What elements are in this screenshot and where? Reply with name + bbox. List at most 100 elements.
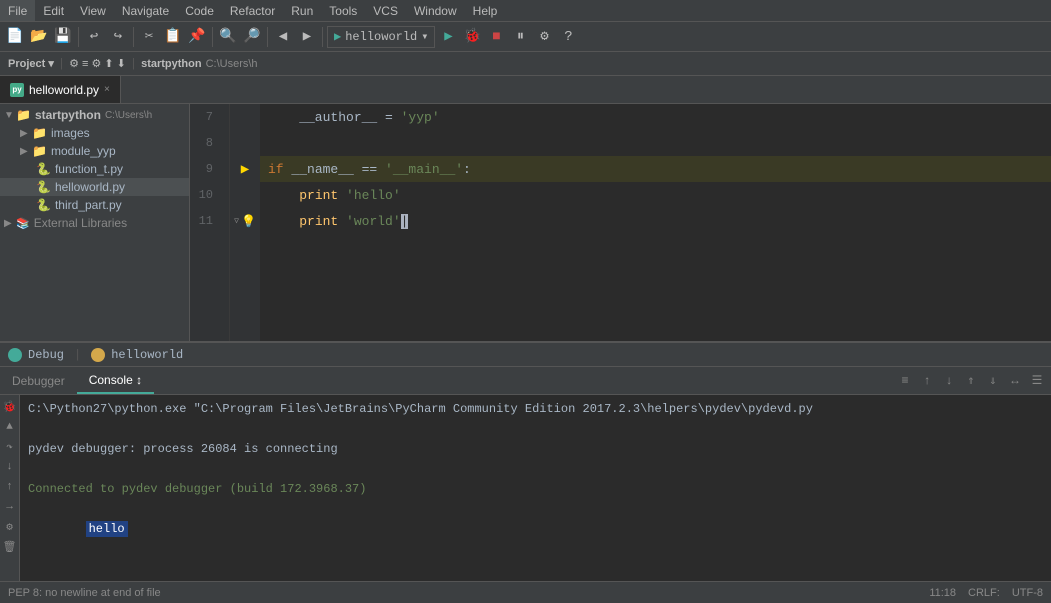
- help-button[interactable]: ?: [557, 26, 579, 48]
- gutter-11: ▽ 💡: [230, 208, 260, 234]
- sidebar-item-module[interactable]: ▶ 📁 module_yyp: [0, 142, 189, 160]
- code-text: [338, 188, 346, 203]
- console-line-4: [28, 459, 1043, 479]
- run-button[interactable]: ▶: [437, 26, 459, 48]
- save-button[interactable]: 💾: [52, 26, 74, 48]
- project-dropdown[interactable]: Project ▾: [8, 57, 54, 70]
- sidebar: ▼ 📁 startpython C:\Users\h ▶ 📁 images ▶ …: [0, 104, 190, 341]
- trash-icon[interactable]: 🗑: [2, 539, 18, 555]
- panel-btn-6[interactable]: ↔: [1005, 371, 1025, 391]
- bulb-icon[interactable]: 💡: [241, 214, 256, 229]
- step-out-icon[interactable]: ↑: [2, 479, 18, 495]
- line-num-8: 8: [190, 130, 221, 156]
- line-num-9: 9: [190, 156, 221, 182]
- tab-helloworld[interactable]: py helloworld.py ×: [0, 76, 121, 103]
- paste-button[interactable]: 📌: [186, 26, 208, 48]
- panel-btn-3[interactable]: ↓: [939, 371, 959, 391]
- empty-editor-space: [260, 234, 1051, 341]
- editor-area[interactable]: 7 8 9 10 11 ▶ ▽ 💡: [190, 104, 1051, 341]
- separator-1: [78, 27, 79, 47]
- code-string: 'world': [346, 214, 401, 229]
- tab-debugger[interactable]: Debugger: [0, 367, 77, 394]
- fold-icon: ▽: [234, 216, 239, 226]
- settings-left-icon[interactable]: ⚙: [2, 519, 18, 535]
- cursor-position[interactable]: 11:18: [929, 587, 956, 599]
- code-text: [268, 188, 299, 203]
- debug-button[interactable]: 🐞: [461, 26, 483, 48]
- panel-btn-4[interactable]: ⇑: [961, 371, 981, 391]
- encoding[interactable]: UTF-8: [1012, 587, 1043, 599]
- redo-button[interactable]: ↪: [107, 26, 129, 48]
- thirdpart-file-icon: 🐍: [36, 198, 51, 212]
- menu-code[interactable]: Code: [177, 0, 222, 21]
- back-button[interactable]: ◀: [272, 26, 294, 48]
- root-label: startpython: [35, 108, 101, 122]
- menu-help[interactable]: Help: [465, 0, 506, 21]
- gutter-10: [230, 182, 260, 208]
- startpython-label: startpython: [141, 58, 202, 70]
- sidebar-item-images[interactable]: ▶ 📁 images: [0, 124, 189, 142]
- new-button[interactable]: 📄: [4, 26, 26, 48]
- code-editor[interactable]: __author__ = 'yyp' if __name__ == '__mai…: [260, 104, 1051, 341]
- sidebar-item-external[interactable]: ▶ 📚 External Libraries: [0, 214, 189, 232]
- code-function: print: [299, 214, 338, 229]
- settings-button[interactable]: ⚙: [533, 26, 555, 48]
- console-line-3: pydev debugger: process 26084 is connect…: [28, 439, 1043, 459]
- menu-view[interactable]: View: [72, 0, 114, 21]
- tab-label: helloworld.py: [29, 83, 99, 97]
- tab-console[interactable]: Console ↕: [77, 367, 154, 394]
- code-line-9: if __name__ == '__main__' :: [260, 156, 1051, 182]
- open-button[interactable]: 📂: [28, 26, 50, 48]
- tab-close-button[interactable]: ×: [104, 84, 110, 95]
- module-folder-icon: 📁: [32, 144, 47, 158]
- resume-button[interactable]: ⏸: [509, 26, 531, 48]
- menu-vcs[interactable]: VCS: [365, 0, 406, 21]
- step-into-icon[interactable]: ↓: [2, 459, 18, 475]
- helloworld-indicator-icon: [91, 348, 105, 362]
- code-line-10: print 'hello': [260, 182, 1051, 208]
- gutter-7: [230, 104, 260, 130]
- separator-4: [267, 27, 268, 47]
- panel-btn-7[interactable]: ☰: [1027, 371, 1047, 391]
- forward-button[interactable]: ▶: [296, 26, 318, 48]
- find-button[interactable]: 🔍: [217, 26, 239, 48]
- menu-refactor[interactable]: Refactor: [222, 0, 283, 21]
- run-config-label: helloworld: [345, 30, 417, 44]
- run-config-dropdown[interactable]: ▶ helloworld ▾: [327, 26, 435, 48]
- panel-btn-5[interactable]: ⇓: [983, 371, 1003, 391]
- menu-tools[interactable]: Tools: [321, 0, 365, 21]
- run-to-cursor-icon[interactable]: →: [2, 499, 18, 515]
- line-ending[interactable]: CRLF:: [968, 587, 1000, 599]
- code-line-8: [260, 130, 1051, 156]
- menu-run[interactable]: Run: [283, 0, 321, 21]
- undo-button[interactable]: ↩: [83, 26, 105, 48]
- debug-left-icon[interactable]: 🐞: [2, 399, 18, 415]
- menu-file[interactable]: File: [0, 0, 35, 21]
- panel-btn-1[interactable]: ≡: [895, 371, 915, 391]
- stop-button[interactable]: ■: [485, 26, 507, 48]
- sidebar-item-function[interactable]: 🐍 function_t.py: [0, 160, 189, 178]
- step-over-icon[interactable]: ↷: [2, 439, 18, 455]
- tab-bar: py helloworld.py ×: [0, 76, 1051, 104]
- hello-output: hello: [86, 521, 128, 537]
- panel-tabs: Debugger Console ↕ ≡ ↑ ↓ ⇑ ⇓ ↔ ☰: [0, 367, 1051, 395]
- panel-btn-2[interactable]: ↑: [917, 371, 937, 391]
- external-arrow: ▶: [4, 218, 16, 229]
- sidebar-item-root[interactable]: ▼ 📁 startpython C:\Users\h: [0, 106, 189, 124]
- menu-window[interactable]: Window: [406, 0, 465, 21]
- code-text: :: [463, 162, 471, 177]
- external-icon: 📚: [16, 217, 30, 230]
- line-num-7: 7: [190, 104, 221, 130]
- up-icon[interactable]: ▲: [2, 419, 18, 435]
- line-num-empty: [190, 234, 221, 341]
- menu-navigate[interactable]: Navigate: [114, 0, 177, 21]
- sidebar-item-helloworld[interactable]: 🐍 helloworld.py: [0, 178, 189, 196]
- debug-execution-arrow: ▶: [241, 161, 249, 178]
- sidebar-item-thirdpart[interactable]: 🐍 third_part.py: [0, 196, 189, 214]
- console-line-6: hello: [28, 499, 1043, 559]
- external-label: External Libraries: [34, 216, 127, 230]
- menu-edit[interactable]: Edit: [35, 0, 72, 21]
- copy-button[interactable]: 📋: [162, 26, 184, 48]
- find-usages-button[interactable]: 🔎: [241, 26, 263, 48]
- cut-button[interactable]: ✂: [138, 26, 160, 48]
